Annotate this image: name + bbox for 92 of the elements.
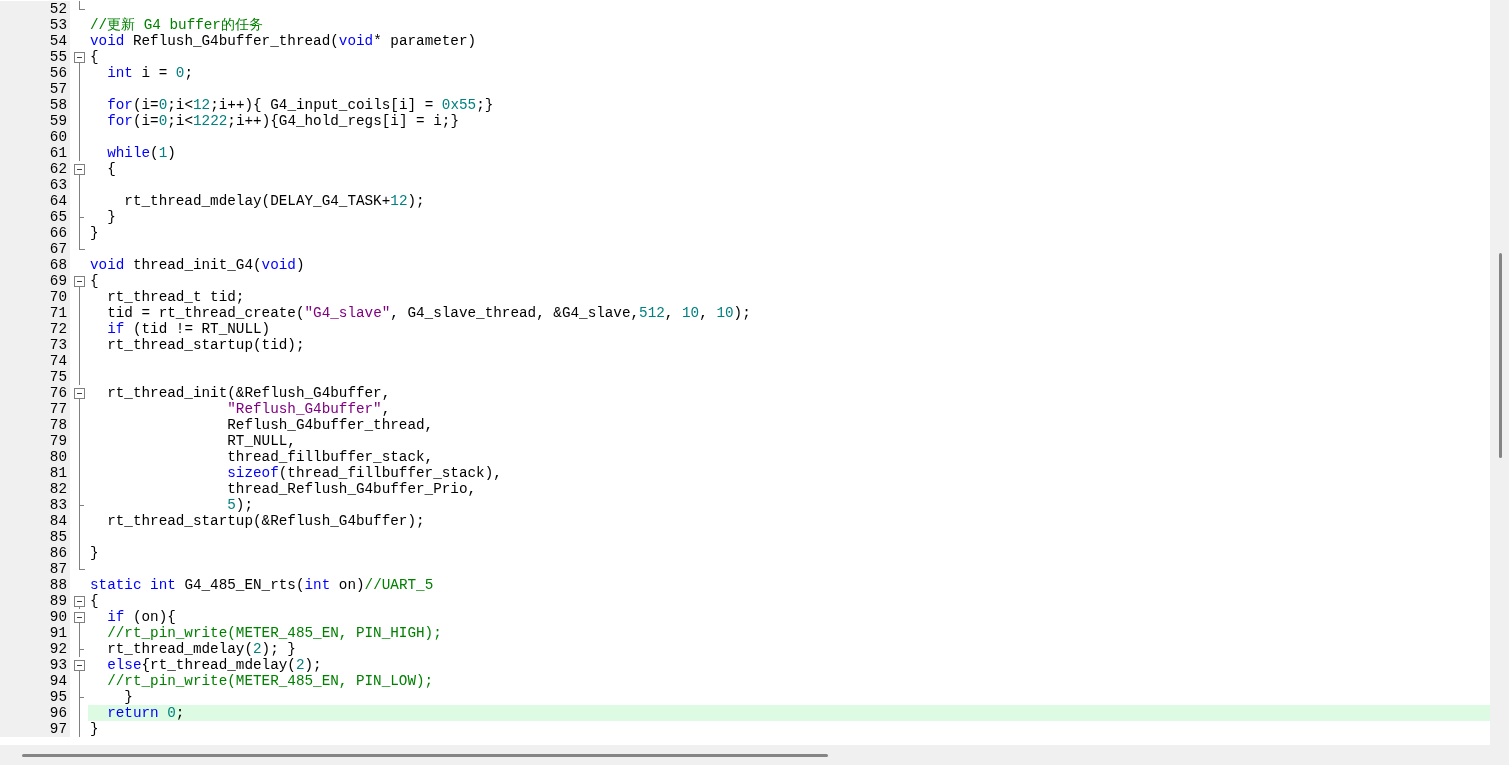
scrollbar-thumb[interactable] xyxy=(22,754,828,757)
line-number: 70 xyxy=(49,289,67,305)
line-number: 87 xyxy=(49,561,67,577)
collapse-icon[interactable] xyxy=(74,596,85,607)
code-line: "Reflush_G4buffer", xyxy=(226,401,391,417)
line-number: 80 xyxy=(49,449,67,465)
collapse-icon[interactable] xyxy=(74,276,85,287)
line-number: 58 xyxy=(49,97,67,113)
line-number: 88 xyxy=(49,577,67,593)
code-line: rt_thread_startup(tid); xyxy=(106,337,305,353)
line-number: 66 xyxy=(49,225,67,241)
collapse-icon[interactable] xyxy=(74,612,85,623)
line-number: 67 xyxy=(49,241,67,257)
line-number: 64 xyxy=(49,193,67,209)
code-line: if (on){ xyxy=(106,609,176,625)
code-line: //rt_pin_write(METER_485_EN, PIN_LOW); xyxy=(106,673,434,689)
code-line: thread_Reflush_G4buffer_Prio, xyxy=(226,481,477,497)
line-number: 86 xyxy=(49,545,67,561)
line-number: 94 xyxy=(49,673,67,689)
code-line: rt_thread_t tid; xyxy=(106,289,245,305)
line-number: 62 xyxy=(49,161,67,177)
line-number: 52 xyxy=(49,1,67,17)
code-line: static int G4_485_EN_rts(int on)//UART_5 xyxy=(90,577,434,593)
line-number: 63 xyxy=(49,177,67,193)
scrollbar-thumb[interactable] xyxy=(1499,253,1502,458)
line-number: 78 xyxy=(49,417,67,433)
code-line: for(i=0;i<1222;i++){G4_hold_regs[i] = i;} xyxy=(106,113,459,129)
line-number: 57 xyxy=(49,81,67,97)
code-line: return 0; xyxy=(106,705,185,721)
code-line: } xyxy=(90,545,99,561)
line-number: 76 xyxy=(49,385,67,401)
code-line: thread_fillbuffer_stack, xyxy=(226,449,434,465)
line-number: 96 xyxy=(49,705,67,721)
line-number: 85 xyxy=(49,529,67,545)
line-number: 69 xyxy=(49,273,67,289)
code-line: { xyxy=(90,49,99,65)
line-number: 74 xyxy=(49,353,67,369)
code-line: else{rt_thread_mdelay(2); xyxy=(106,657,322,673)
code-line: } xyxy=(106,209,116,225)
line-number: 93 xyxy=(49,657,67,673)
line-number: 55 xyxy=(49,49,67,65)
code-line: int i = 0; xyxy=(106,65,193,81)
line-number: 77 xyxy=(49,401,67,417)
line-number: 97 xyxy=(49,721,67,737)
collapse-icon[interactable] xyxy=(74,660,85,671)
line-number: 90 xyxy=(49,609,67,625)
line-number: 82 xyxy=(49,481,67,497)
line-number: 60 xyxy=(49,129,67,145)
code-line: { xyxy=(90,593,99,609)
collapse-icon[interactable] xyxy=(74,164,85,175)
line-number: 73 xyxy=(49,337,67,353)
code-line: } xyxy=(123,689,133,705)
code-line: void thread_init_G4(void) xyxy=(90,257,305,273)
line-number: 89 xyxy=(49,593,67,609)
line-number: 68 xyxy=(49,257,67,273)
line-number: 84 xyxy=(49,513,67,529)
line-number: 79 xyxy=(49,433,67,449)
line-number: 92 xyxy=(49,641,67,657)
code-line: tid = rt_thread_create("G4_slave", G4_slave_thread, &G4_slave,512, 10, 10); xyxy=(106,305,751,321)
line-number: 75 xyxy=(49,369,67,385)
line-number: 71 xyxy=(49,305,67,321)
code-line: //更新 G4 buffer的任务 xyxy=(90,17,263,33)
code-line: while(1) xyxy=(106,145,176,161)
code-line: { xyxy=(106,161,116,177)
code-line: for(i=0;i<12;i++){ G4_input_coils[i] = 0x55;} xyxy=(106,97,494,113)
code-line: sizeof(thread_fillbuffer_stack), xyxy=(226,465,502,481)
line-number: 83 xyxy=(49,497,67,513)
code-line: if (tid != RT_NULL) xyxy=(106,321,271,337)
line-number: 95 xyxy=(49,689,67,705)
code-line: void Reflush_G4buffer_thread(void* parameter) xyxy=(90,33,477,49)
code-line: } xyxy=(90,225,99,241)
code-line: 5); xyxy=(226,497,254,513)
line-number: 53 xyxy=(49,17,67,33)
line-number: 56 xyxy=(49,65,67,81)
code-line: RT_NULL, xyxy=(226,433,296,449)
code-line: rt_thread_init(&Reflush_G4buffer, xyxy=(106,385,391,401)
line-number: 72 xyxy=(49,321,67,337)
code-line: } xyxy=(90,721,99,737)
collapse-icon[interactable] xyxy=(74,388,85,399)
line-number: 91 xyxy=(49,625,67,641)
line-number: 81 xyxy=(49,465,67,481)
code-line: rt_thread_mdelay(DELAY_G4_TASK+12); xyxy=(123,193,425,209)
line-number: 65 xyxy=(49,209,67,225)
code-line: //rt_pin_write(METER_485_EN, PIN_HIGH); xyxy=(106,625,442,641)
code-line: rt_thread_mdelay(2); } xyxy=(106,641,296,657)
code-line: rt_thread_startup(&Reflush_G4buffer); xyxy=(106,513,425,529)
line-number: 54 xyxy=(49,33,67,49)
code-line: Reflush_G4buffer_thread, xyxy=(226,417,434,433)
line-number: 61 xyxy=(49,145,67,161)
code-line: { xyxy=(90,273,99,289)
line-number: 59 xyxy=(49,113,67,129)
collapse-icon[interactable] xyxy=(74,52,85,63)
